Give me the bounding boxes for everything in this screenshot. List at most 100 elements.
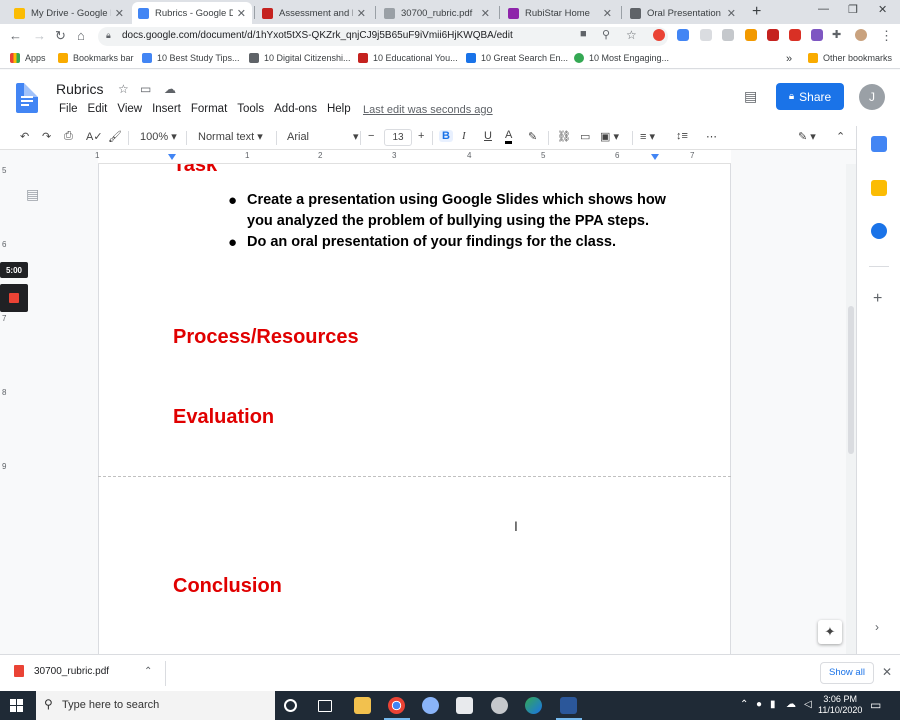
explore-icon[interactable]: ✦ [818,620,842,644]
bookmark-apps[interactable]: Apps [10,53,46,63]
print-icon[interactable]: ⎙ [64,130,73,143]
extension-icon[interactable] [700,29,712,41]
close-download-shelf-icon[interactable]: ✕ [882,665,892,679]
document-outline-icon[interactable]: ▤ [26,186,39,203]
italic-icon[interactable]: I [462,130,466,142]
zoom-select[interactable]: 100% ▾ [140,130,177,143]
file-explorer-icon[interactable] [354,697,371,714]
spellcheck-icon[interactable]: A✓ [86,130,103,143]
align-icon[interactable]: ≡ ▾ [640,130,655,143]
close-window-icon[interactable]: ✕ [878,3,887,16]
edge-icon[interactable] [525,697,542,714]
insert-comment-icon[interactable]: ▭ [580,130,590,143]
store-icon[interactable] [456,697,473,714]
star-icon[interactable]: ☆ [118,82,129,96]
profile-avatar-icon[interactable] [855,29,867,41]
tab-my-drive[interactable]: My Drive - Google D ✕ [8,2,130,24]
font-select[interactable]: Arial ▾ [287,130,359,143]
bookmark-item[interactable]: 10 Great Search En... [466,53,568,63]
menu-edit[interactable]: Edit [83,103,113,115]
share-button[interactable]: 🔒︎ Share [776,83,844,110]
tab-rubrics[interactable]: Rubrics - Google Do ✕ [132,2,252,24]
chrome-icon[interactable] [388,697,405,714]
horizontal-ruler[interactable]: 1 1 2 3 4 5 6 7 [95,150,731,164]
microphone-icon[interactable]: ● [756,699,762,710]
camera-icon[interactable]: ■ [580,28,587,40]
menu-insert[interactable]: Insert [147,103,186,115]
close-tab-icon[interactable]: ✕ [357,7,366,20]
style-select[interactable]: Normal text ▾ [198,130,263,143]
forward-icon[interactable]: → [33,28,46,43]
cortana-icon[interactable] [284,699,297,712]
download-options-chevron-icon[interactable]: ⌃ [144,666,152,677]
show-hidden-icons-icon[interactable]: ⌃ [740,699,748,710]
volume-icon[interactable]: ◁ [804,699,812,710]
insert-link-icon[interactable]: ⛓ [557,130,571,143]
tab-rubistar[interactable]: RubiStar Home ✕ [502,2,618,24]
extension-icon[interactable] [722,29,734,41]
bookmark-item[interactable]: 10 Digital Citizenshi... [249,53,351,63]
adblock-extension-icon[interactable] [653,29,665,41]
more-options-icon[interactable]: ⋯ [706,130,717,143]
bookmark-item[interactable]: 10 Educational You... [358,53,458,63]
maximize-icon[interactable]: ❐ [848,3,858,16]
menu-format[interactable]: Format [186,103,232,115]
left-indent-marker[interactable] [168,154,176,160]
document-title[interactable]: Rubrics [56,81,103,97]
extensions-puzzle-icon[interactable]: ✚ [832,28,841,41]
menu-tools[interactable]: Tools [232,103,269,115]
bookmark-item[interactable]: Bookmarks bar [58,53,134,63]
settings-gear-icon[interactable] [491,697,508,714]
keep-icon[interactable] [871,180,887,196]
get-add-ons-icon[interactable]: + [873,290,882,308]
close-tab-icon[interactable]: ✕ [727,7,736,20]
more-bookmarks-chevron[interactable]: » [786,53,792,65]
menu-add-ons[interactable]: Add-ons [269,103,322,115]
hide-menus-chevron-icon[interactable]: ⌃ [836,130,845,143]
tab-pdf[interactable]: 30700_rubric.pdf ✕ [378,2,496,24]
reload-icon[interactable]: ↻ [55,28,66,44]
calendar-icon[interactable] [871,136,887,152]
word-icon[interactable] [560,697,577,714]
other-bookmarks[interactable]: Other bookmarks [808,53,892,63]
vertical-scrollbar[interactable] [846,164,856,654]
redo-icon[interactable]: ↷ [42,130,51,143]
highlight-color-icon[interactable]: ✎ [528,130,537,143]
system-clock[interactable]: 3:06 PM 11/10/2020 [818,694,862,716]
onedrive-icon[interactable]: ☁ [786,699,796,710]
insert-image-icon[interactable]: ▣ ▾ [600,130,619,143]
close-tab-icon[interactable]: ✕ [603,7,612,20]
bold-icon[interactable]: B [439,130,453,142]
windows-start-icon[interactable] [10,699,23,712]
move-folder-icon[interactable]: ▭ [140,82,151,96]
tab-assessment[interactable]: Assessment and Rub ✕ [256,2,372,24]
extension-icon[interactable] [745,29,757,41]
undo-icon[interactable]: ↶ [20,130,29,143]
download-item[interactable]: 30700_rubric.pdf [14,665,109,677]
close-tab-icon[interactable]: ✕ [237,7,246,20]
menu-view[interactable]: View [112,103,147,115]
close-tab-icon[interactable]: ✕ [481,7,490,20]
comment-history-icon[interactable]: ▤ [744,88,757,105]
text-color-icon[interactable]: A [505,130,513,144]
close-tab-icon[interactable]: ✕ [115,7,124,20]
chrome-menu-icon[interactable]: ⋮ [880,28,893,44]
right-indent-marker[interactable] [651,154,659,160]
account-avatar[interactable]: J [859,84,885,110]
line-spacing-icon[interactable]: ↕≡ [676,130,688,142]
minimize-icon[interactable]: — [818,3,829,15]
bookmark-item[interactable]: 10 Best Study Tips... [142,53,240,63]
tasks-icon[interactable] [871,223,887,239]
extension-icon[interactable] [677,29,689,41]
home-icon[interactable]: ⌂ [77,28,85,43]
menu-help[interactable]: Help [322,103,356,115]
last-edit-link[interactable]: Last edit was seconds ago [363,104,493,116]
zoom-icon[interactable]: ⚲ [602,28,610,41]
google-docs-logo-icon[interactable] [16,83,38,113]
show-side-panel-chevron-icon[interactable]: › [875,620,879,634]
extension-icon[interactable] [767,29,779,41]
extension-icon[interactable] [811,29,823,41]
task-view-icon[interactable] [318,700,332,712]
stop-recording-button[interactable] [0,284,28,312]
editing-mode-icon[interactable]: ✎ ▾ [798,130,816,143]
